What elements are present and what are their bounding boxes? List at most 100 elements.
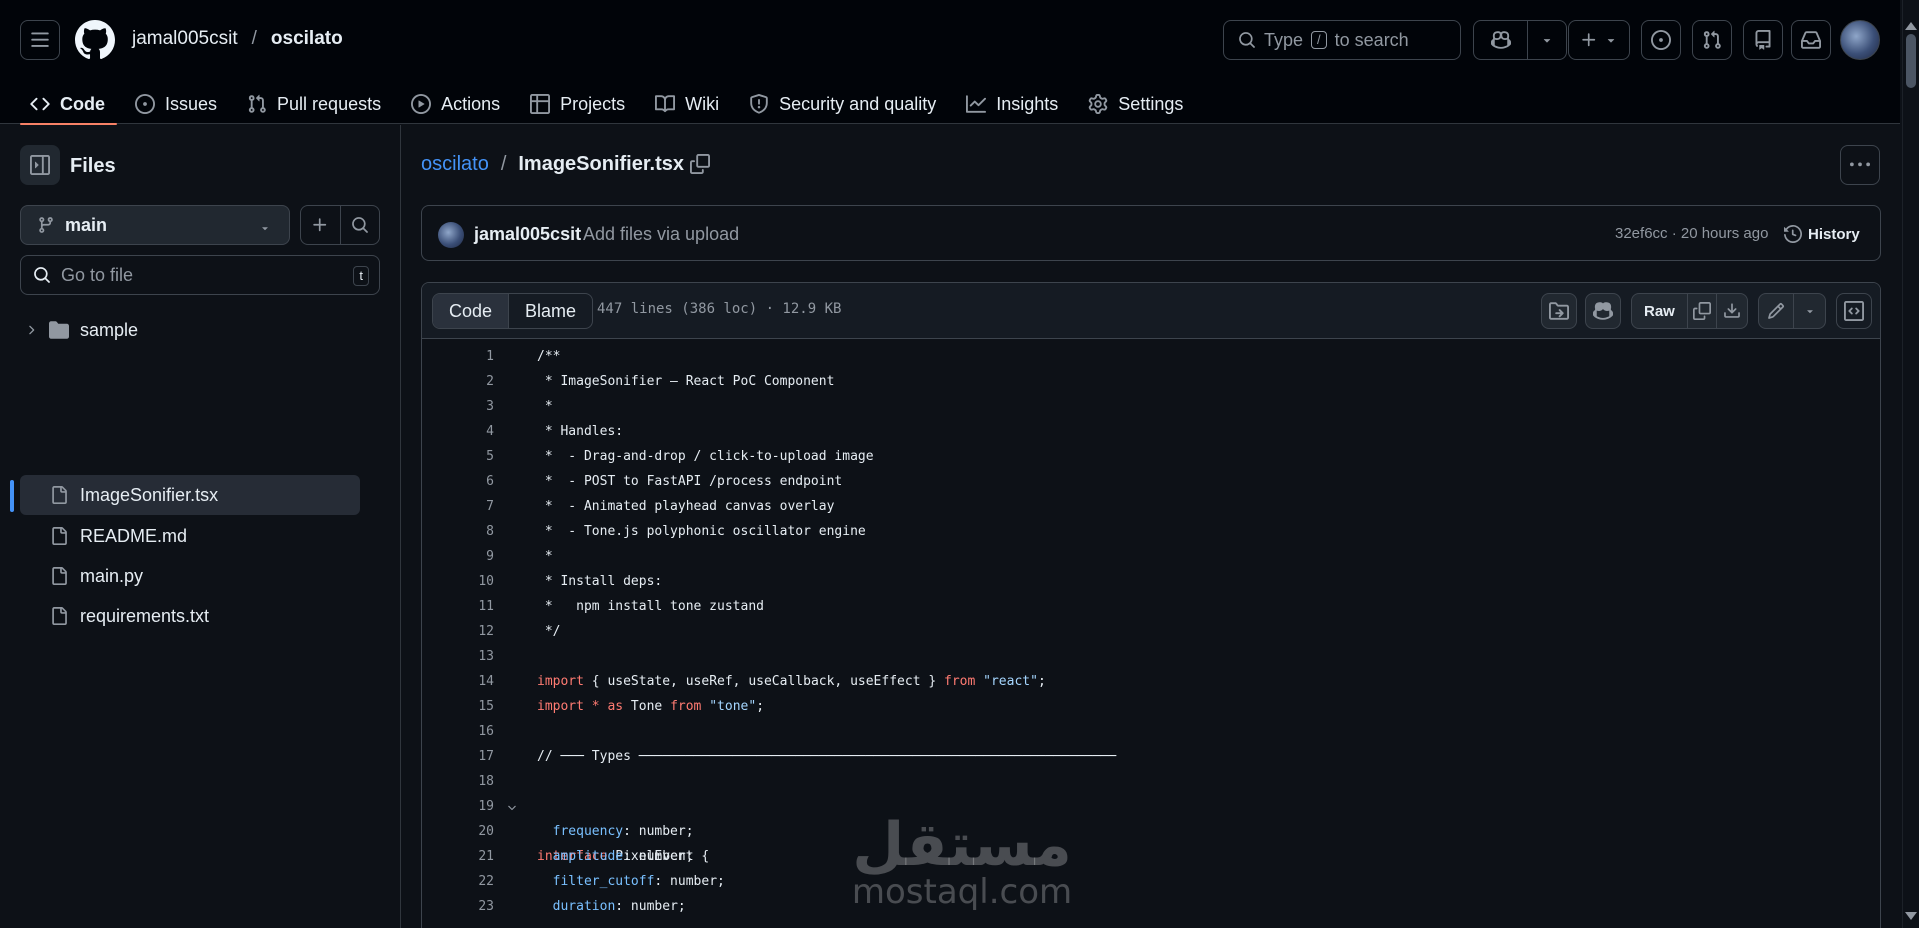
tab-label: Issues (165, 93, 218, 114)
line-number[interactable]: 3 (422, 394, 494, 419)
line-number[interactable]: 15 (422, 694, 494, 719)
string-token: "tone" (701, 699, 757, 714)
line-number[interactable]: 5 (422, 444, 494, 469)
chevron-right-icon (29, 325, 35, 335)
tab-projects[interactable]: Projects (520, 76, 637, 124)
user-avatar[interactable] (1840, 20, 1880, 60)
blame-view-tab[interactable]: Blame (509, 294, 592, 328)
line-number[interactable]: 18 (422, 769, 494, 794)
scroll-up-arrow[interactable] (1905, 22, 1917, 30)
commit-sha-and-time[interactable]: 32ef6cc · 20 hours ago (1615, 225, 1768, 242)
tree-item-label: README.md (80, 526, 188, 546)
go-to-file-input[interactable]: Go to file t (20, 255, 380, 295)
line-number[interactable]: 10 (422, 569, 494, 594)
line-number[interactable]: 21 (422, 844, 494, 869)
line-number[interactable]: 6 (422, 469, 494, 494)
tab-insights[interactable]: Insights (956, 76, 1070, 124)
code-line: 8 * - Tone.js polyphonic oscillator engi… (422, 519, 1880, 544)
line-number[interactable]: 14 (422, 669, 494, 694)
add-file-button[interactable] (301, 206, 341, 244)
tab-pull-requests[interactable]: Pull requests (237, 76, 393, 124)
code-view-tab[interactable]: Code (433, 294, 510, 328)
history-button[interactable]: History (1784, 219, 1860, 249)
notifications-button[interactable] (1791, 20, 1831, 60)
line-number[interactable]: 4 (422, 419, 494, 444)
tab-issues[interactable]: Issues (125, 76, 229, 124)
more-options-button[interactable] (1840, 145, 1880, 185)
breadcrumb-repo-link[interactable]: oscilato (421, 153, 489, 176)
tree-item-label: sample (80, 320, 139, 340)
watermark-arabic: مستقل (852, 810, 1072, 880)
property-token: filter_cutoff (537, 874, 655, 889)
copilot-ask-button[interactable] (1585, 293, 1621, 329)
tab-wiki[interactable]: Wiki (645, 76, 731, 124)
symbols-panel-button[interactable] (1836, 293, 1872, 329)
history-icon (1784, 225, 1802, 243)
tab-settings[interactable]: Settings (1078, 76, 1195, 124)
repo-name-link[interactable]: oscilato (271, 28, 343, 50)
page-scrollbar[interactable] (1902, 0, 1919, 928)
code-token: Tone (623, 699, 671, 714)
view-in-directory-button[interactable] (1541, 293, 1577, 329)
git-pull-request-icon (1703, 30, 1721, 49)
hamburger-menu-button[interactable] (20, 20, 60, 60)
download-raw-button[interactable] (1717, 294, 1747, 328)
repositories-button[interactable] (1743, 20, 1783, 60)
raw-button[interactable]: Raw (1632, 294, 1688, 328)
breadcrumb-separator: / (500, 153, 507, 175)
your-issues-button[interactable] (1641, 20, 1681, 60)
branch-selector[interactable]: main (20, 205, 290, 245)
search-files-button[interactable] (341, 206, 380, 244)
line-number[interactable]: 17 (422, 744, 494, 769)
repo-owner-link[interactable]: jamal005csit (132, 28, 238, 50)
github-logo-icon[interactable] (75, 20, 115, 60)
code-line: 18 (422, 769, 1880, 794)
line-number[interactable]: 1 (422, 344, 494, 369)
line-number[interactable]: 11 (422, 594, 494, 619)
edit-options-dropdown[interactable] (1794, 294, 1825, 328)
create-new-button[interactable] (1568, 20, 1630, 60)
commit-author-avatar[interactable] (438, 222, 464, 248)
commit-author-link[interactable]: jamal005csit (474, 224, 581, 245)
line-number[interactable]: 2 (422, 369, 494, 394)
tab-code[interactable]: Code (20, 76, 117, 125)
copilot-button[interactable] (1474, 21, 1528, 59)
commit-message-link[interactable]: Add files via upload (583, 224, 739, 245)
tree-item-file[interactable]: main.py (20, 556, 360, 596)
code-line: 6 * - POST to FastAPI /process endpoint (422, 469, 1880, 494)
copy-raw-button[interactable] (1688, 294, 1718, 328)
code-line: 22 filter_cutoff: number; (422, 869, 1880, 894)
edit-file-button[interactable] (1759, 294, 1794, 328)
collapse-sidebar-button[interactable] (20, 145, 60, 185)
your-pull-requests-button[interactable] (1692, 20, 1732, 60)
copilot-dropdown-button[interactable] (1528, 21, 1566, 59)
latest-commit-bar: jamal005csit Add files via upload 32ef6c… (421, 205, 1881, 261)
line-number[interactable]: 13 (422, 644, 494, 669)
line-number[interactable]: 22 (422, 869, 494, 894)
tree-item-file[interactable]: requirements.txt (20, 596, 360, 636)
line-number[interactable]: 19 (422, 794, 494, 819)
tree-item-file-selected[interactable]: ImageSonifier.tsx (20, 475, 360, 515)
line-number[interactable]: 23 (422, 894, 494, 919)
line-text: * Install deps: (537, 574, 663, 589)
line-number[interactable]: 8 (422, 519, 494, 544)
line-number[interactable]: 20 (422, 819, 494, 844)
chevron-down-icon[interactable] (506, 802, 518, 814)
search-input[interactable]: Type / to search (1223, 20, 1461, 60)
scrollbar-thumb[interactable] (1906, 34, 1916, 88)
tab-actions[interactable]: Actions (401, 76, 512, 124)
line-number[interactable]: 9 (422, 544, 494, 569)
string-token: "react" (975, 674, 1038, 689)
code-line: 10 * Install deps: (422, 569, 1880, 594)
tree-item-file[interactable]: README.md (20, 516, 360, 556)
code-token: : number; (654, 874, 725, 889)
tree-item-folder[interactable]: sample (20, 310, 360, 350)
scroll-down-arrow[interactable] (1905, 912, 1917, 920)
line-number[interactable]: 12 (422, 619, 494, 644)
tab-security[interactable]: Security and quality (739, 76, 948, 124)
file-directory-symlink-icon (1549, 302, 1569, 320)
line-number[interactable]: 7 (422, 494, 494, 519)
copy-path-button[interactable] (690, 154, 710, 179)
triangle-down-icon (262, 227, 268, 231)
line-number[interactable]: 16 (422, 719, 494, 744)
